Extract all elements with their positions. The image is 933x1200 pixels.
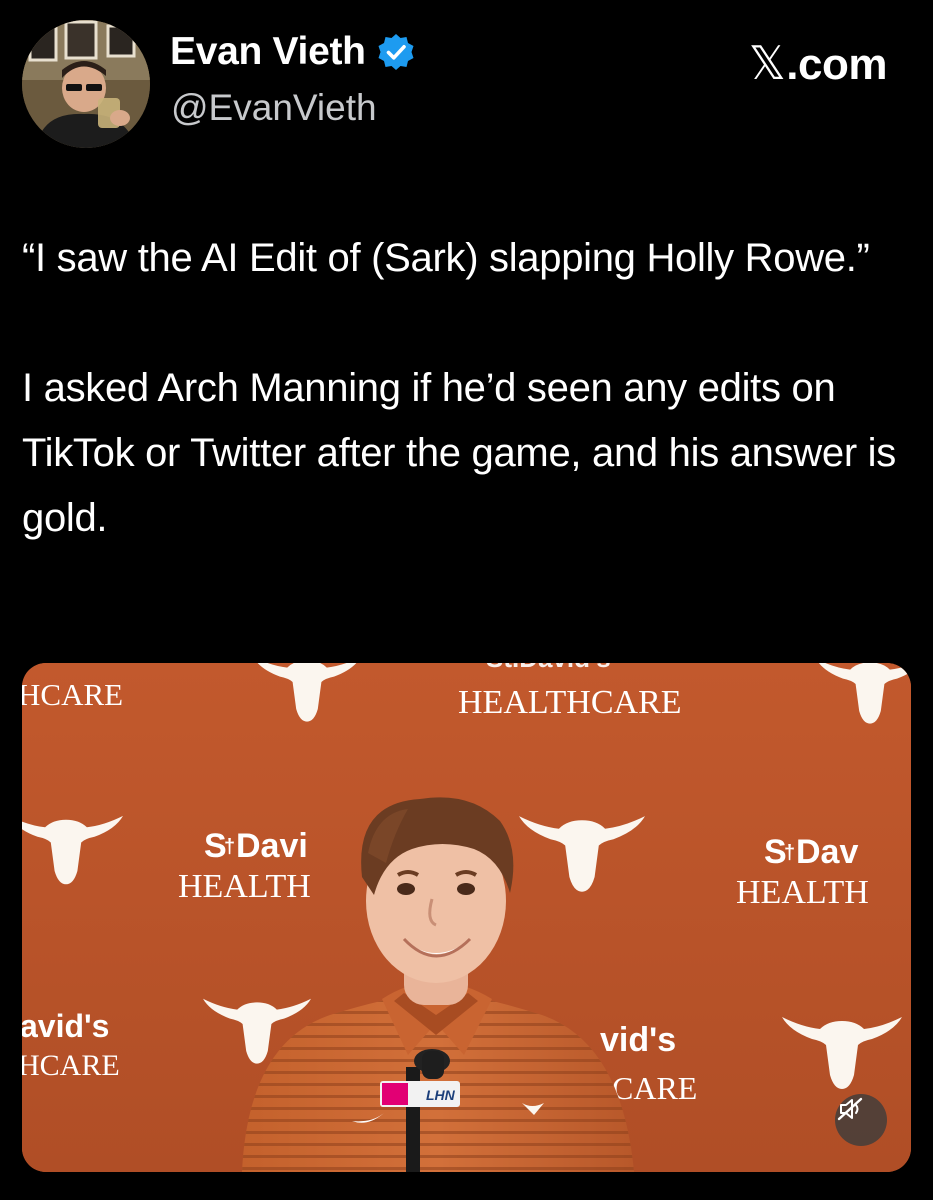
brand-suffix: .com [786, 40, 887, 89]
verified-badge-icon [378, 34, 414, 70]
backdrop-text-dav-right: Dav [796, 833, 858, 871]
backdrop-text-avids: avid's [22, 1008, 109, 1044]
tweet-paragraph-1: “I saw the AI Edit of (Sark) slapping Ho… [22, 236, 870, 280]
tweet-text: “I saw the AI Edit of (Sark) slapping Ho… [22, 226, 917, 551]
backdrop-text-care-bottom: CARE [612, 1070, 697, 1106]
backdrop-text-hcare-bottom: HCARE [22, 1049, 120, 1082]
author-name-row: Evan Vieth [170, 30, 416, 74]
tweet-paragraph-2: I asked Arch Manning if he’d seen any ed… [22, 366, 907, 540]
x-brand-logo: 𝕏 .com [748, 36, 888, 90]
backdrop-text-health-left: HEALTH [178, 868, 311, 905]
tweet-video[interactable]: HCARE St.David's HEALTHCARE S † Davi HEA… [22, 663, 911, 1172]
backdrop-cross-right: † [784, 842, 795, 864]
author-handle[interactable]: @EvanVieth [171, 87, 377, 129]
backdrop-text-vids: vid's [600, 1021, 676, 1059]
author-name[interactable]: Evan Vieth [170, 30, 366, 74]
speaker-muted-icon [837, 1097, 863, 1121]
backdrop-text-health-right: HEALTH [736, 874, 869, 911]
video-frame: HCARE St.David's HEALTHCARE S † Davi HEA… [22, 663, 911, 1172]
backdrop-text-hcare-top: HCARE [22, 677, 123, 712]
backdrop-text-stdavid-top: St.David's [486, 663, 611, 673]
backdrop-text-davi-left: Davi [236, 827, 308, 865]
avatar-photo [22, 20, 150, 148]
backdrop-cross-left: † [224, 836, 235, 858]
backdrop-text-healthcare-top: HEALTHCARE [458, 684, 682, 721]
x-logo-icon: 𝕏 [748, 36, 786, 90]
author-avatar[interactable] [22, 20, 150, 148]
mute-toggle-button[interactable] [835, 1094, 887, 1146]
mic-flag-label: LHN [426, 1087, 456, 1103]
